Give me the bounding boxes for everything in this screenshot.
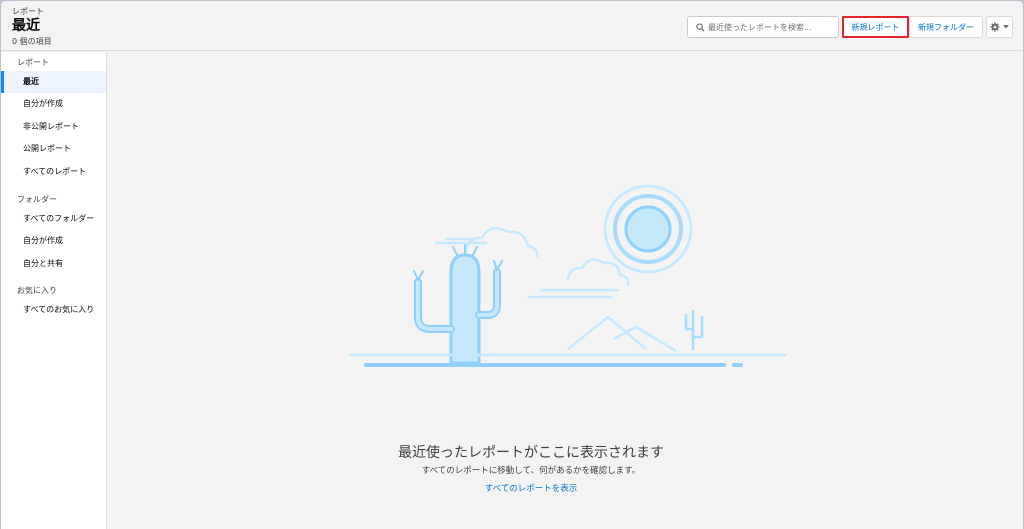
cactus-icon bbox=[413, 244, 503, 365]
item-count: 0 個の項目 bbox=[12, 37, 52, 46]
sidebar-item-public-reports[interactable]: 公開レポート bbox=[1, 138, 106, 160]
view-all-reports-link[interactable]: すべてのレポートを表示 bbox=[431, 482, 631, 494]
small-cactus-icon bbox=[684, 309, 704, 351]
page-header: レポート 最近 0 個の項目 新規レポート 新規フォルダー bbox=[1, 1, 1023, 51]
desert-illustration bbox=[349, 184, 786, 367]
sidebar-item-shared-with-me[interactable]: 自分と共有 bbox=[1, 253, 106, 275]
sidebar-item-recent[interactable]: 最近 bbox=[1, 71, 106, 93]
sidebar-item-folders-created-by-me[interactable]: 自分が作成 bbox=[1, 230, 106, 252]
gear-icon bbox=[990, 22, 1000, 32]
sidebar-item-all-reports[interactable]: すべてのレポート bbox=[1, 161, 106, 183]
new-folder-button[interactable]: 新規フォルダー bbox=[909, 16, 983, 38]
sidebar-section-favorites: お気に入り bbox=[17, 286, 57, 295]
app-window: レポート 最近 0 個の項目 新規レポート 新規フォルダー bbox=[1, 1, 1023, 529]
sidebar-item-created-by-me[interactable]: 自分が作成 bbox=[1, 93, 106, 115]
search-icon bbox=[696, 23, 705, 32]
search-box[interactable] bbox=[687, 16, 839, 38]
empty-state-description: すべてのレポートに移動して、何があるかを確認します。 bbox=[421, 466, 641, 476]
page-title: 最近 bbox=[12, 18, 40, 34]
empty-state-title: 最近使ったレポートがここに表示されます bbox=[398, 445, 664, 461]
sidebar-section-folders: フォルダー bbox=[17, 195, 57, 204]
sidebar-item-all-folders[interactable]: すべてのフォルダー bbox=[1, 208, 106, 230]
cloud-icon-2 bbox=[527, 258, 630, 299]
sidebar-section-reports: レポート bbox=[17, 58, 49, 67]
chevron-down-icon bbox=[1003, 25, 1009, 29]
sidebar-item-all-favorites[interactable]: すべてのお気に入り bbox=[1, 299, 106, 321]
search-input[interactable] bbox=[708, 19, 836, 35]
new-report-button[interactable]: 新規レポート bbox=[842, 16, 909, 38]
sun-icon bbox=[603, 184, 693, 274]
cloud-icon bbox=[434, 226, 539, 258]
pyramid-icon bbox=[567, 315, 677, 353]
settings-menu-button[interactable] bbox=[986, 16, 1013, 38]
sidebar: レポート 最近 自分が作成 非公開レポート 公開レポート すべてのレポート フォ… bbox=[1, 52, 107, 529]
ground-line bbox=[349, 353, 786, 367]
sidebar-item-private-reports[interactable]: 非公開レポート bbox=[1, 116, 106, 138]
